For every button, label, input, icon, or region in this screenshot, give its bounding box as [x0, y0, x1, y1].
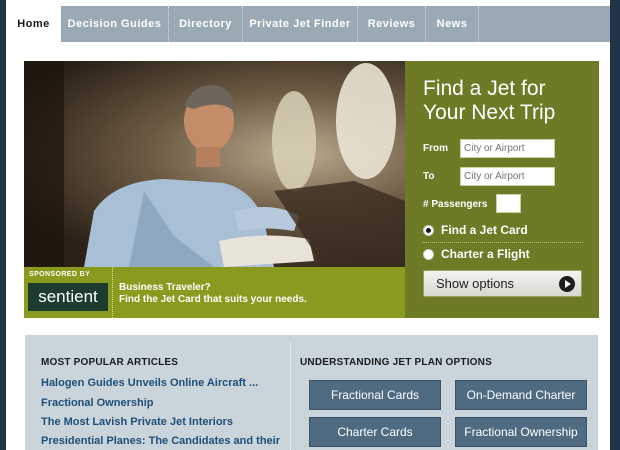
passengers-input[interactable]: [496, 194, 521, 213]
sponsor-line-1: Business Traveler?: [119, 282, 211, 293]
sponsored-by-label: SPONSORED BY: [29, 271, 91, 278]
bottom-panel: MOST POPULAR ARTICLES Halogen Guides Unv…: [25, 335, 598, 450]
column-divider: [290, 343, 291, 450]
radio-find-jet-card[interactable]: Find a Jet Card: [423, 220, 583, 240]
finder-title-line-1: Find a Jet for: [423, 77, 546, 100]
tab-directory[interactable]: Directory: [169, 6, 243, 42]
sentient-logo[interactable]: sentient: [28, 283, 108, 311]
tab-decision-guides[interactable]: Decision Guides: [61, 6, 169, 42]
popular-articles: MOST POPULAR ARTICLES Halogen Guides Unv…: [25, 335, 289, 450]
play-arrow-icon: [559, 276, 575, 292]
radio-button[interactable]: [423, 248, 434, 260]
radio-divider: [423, 242, 583, 243]
hero-banner: SPONSORED BY sentient Business Traveler?…: [24, 61, 599, 318]
finder-title-line-2: Your Next Trip: [423, 101, 556, 124]
radio-label-charter: Charter a Flight: [441, 247, 530, 261]
tab-home[interactable]: Home: [6, 6, 61, 42]
radio-button-checked[interactable]: [423, 224, 434, 236]
sponsor-line-2: Find the Jet Card that suits your needs.: [119, 294, 307, 305]
jet-plan-options-title: UNDERSTANDING JET PLAN OPTIONS: [300, 357, 492, 368]
page: Home Decision Guides Directory Private J…: [6, 0, 610, 450]
article-link[interactable]: Fractional Ownership: [41, 397, 153, 409]
hero-photo: [24, 61, 405, 267]
sponsor-block: SPONSORED BY sentient: [24, 267, 113, 318]
jet-cabin-illustration: [24, 61, 405, 267]
article-link[interactable]: Presidential Planes: The Candidates and …: [41, 435, 280, 447]
to-label: To: [423, 171, 435, 182]
show-options-label: Show options: [436, 276, 515, 291]
tab-news[interactable]: News: [426, 6, 479, 42]
article-link[interactable]: Halogen Guides Unveils Online Aircraft .…: [41, 377, 258, 389]
charter-cards-button[interactable]: Charter Cards: [309, 417, 441, 447]
sponsor-message[interactable]: Business Traveler? Find the Jet Card tha…: [119, 282, 307, 306]
fractional-cards-button[interactable]: Fractional Cards: [309, 380, 441, 410]
tab-private-jet-finder[interactable]: Private Jet Finder: [243, 6, 358, 42]
sponsor-bar[interactable]: SPONSORED BY sentient Business Traveler?…: [24, 267, 405, 318]
radio-charter-flight[interactable]: Charter a Flight: [423, 244, 583, 264]
finder-title: Find a Jet for Your Next Trip: [423, 77, 593, 125]
from-input[interactable]: [460, 139, 555, 158]
article-link[interactable]: The Most Lavish Private Jet Interiors: [41, 416, 233, 428]
on-demand-charter-button[interactable]: On-Demand Charter: [455, 380, 587, 410]
passengers-label: # Passengers: [423, 199, 488, 210]
radio-label-jet-card: Find a Jet Card: [441, 223, 528, 237]
main-nav: Home Decision Guides Directory Private J…: [6, 6, 610, 42]
show-options-button[interactable]: Show options: [423, 270, 582, 297]
tab-reviews[interactable]: Reviews: [358, 6, 426, 42]
popular-articles-title: MOST POPULAR ARTICLES: [41, 357, 179, 368]
from-label: From: [423, 143, 448, 154]
jet-finder-panel: Find a Jet for Your Next Trip From To # …: [405, 61, 599, 318]
fractional-ownership-button[interactable]: Fractional Ownership: [455, 417, 587, 447]
to-input[interactable]: [460, 167, 555, 186]
